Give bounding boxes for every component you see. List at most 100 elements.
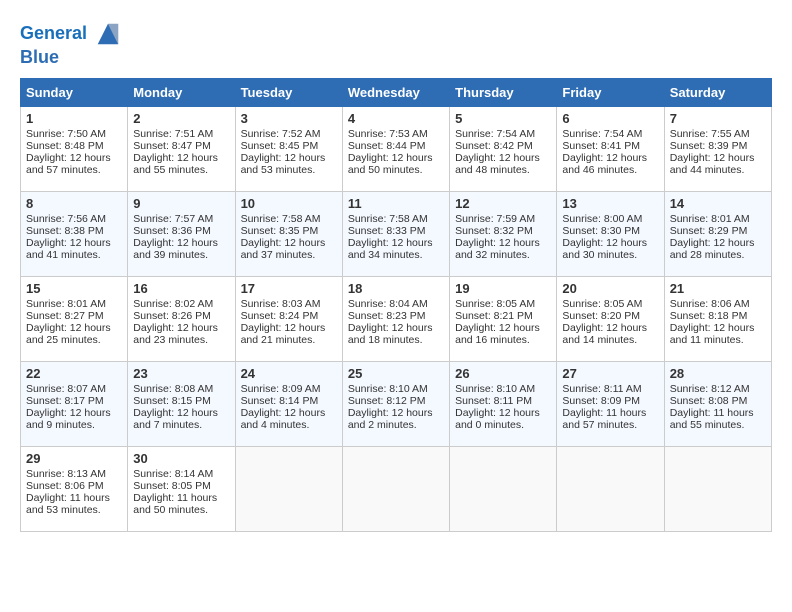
weekday-header: Sunday [21, 78, 128, 106]
sunset-text: Sunset: 8:11 PM [455, 395, 532, 407]
daylight-label: Daylight: 12 hours and 53 minutes. [241, 152, 326, 176]
sunrise-text: Sunrise: 7:54 AM [562, 128, 642, 140]
daylight-label: Daylight: 12 hours and 18 minutes. [348, 322, 433, 346]
sunset-text: Sunset: 8:14 PM [241, 395, 319, 407]
sunset-text: Sunset: 8:30 PM [562, 225, 640, 237]
calendar-cell: 20 Sunrise: 8:05 AM Sunset: 8:20 PM Dayl… [557, 276, 664, 361]
day-number: 30 [133, 451, 229, 466]
calendar-cell: 6 Sunrise: 7:54 AM Sunset: 8:41 PM Dayli… [557, 106, 664, 191]
logo: General Blue [20, 20, 122, 68]
calendar-cell: 7 Sunrise: 7:55 AM Sunset: 8:39 PM Dayli… [664, 106, 771, 191]
calendar-cell: 15 Sunrise: 8:01 AM Sunset: 8:27 PM Dayl… [21, 276, 128, 361]
calendar-cell: 14 Sunrise: 8:01 AM Sunset: 8:29 PM Dayl… [664, 191, 771, 276]
sunrise-text: Sunrise: 7:56 AM [26, 213, 106, 225]
sunrise-text: Sunrise: 8:02 AM [133, 298, 213, 310]
calendar-cell: 9 Sunrise: 7:57 AM Sunset: 8:36 PM Dayli… [128, 191, 235, 276]
sunset-text: Sunset: 8:42 PM [455, 140, 533, 152]
sunset-text: Sunset: 8:44 PM [348, 140, 426, 152]
daylight-label: Daylight: 12 hours and 39 minutes. [133, 237, 218, 261]
sunset-text: Sunset: 8:27 PM [26, 310, 104, 322]
day-number: 27 [562, 366, 658, 381]
sunset-text: Sunset: 8:05 PM [133, 480, 211, 492]
calendar-cell: 10 Sunrise: 7:58 AM Sunset: 8:35 PM Dayl… [235, 191, 342, 276]
daylight-label: Daylight: 12 hours and 9 minutes. [26, 407, 111, 431]
day-number: 1 [26, 111, 122, 126]
day-number: 13 [562, 196, 658, 211]
daylight-label: Daylight: 12 hours and 30 minutes. [562, 237, 647, 261]
day-number: 9 [133, 196, 229, 211]
calendar-week-row: 15 Sunrise: 8:01 AM Sunset: 8:27 PM Dayl… [21, 276, 772, 361]
sunrise-text: Sunrise: 8:06 AM [670, 298, 750, 310]
calendar-cell [342, 446, 449, 531]
sunrise-text: Sunrise: 7:51 AM [133, 128, 213, 140]
sunrise-text: Sunrise: 8:01 AM [26, 298, 106, 310]
calendar-cell [557, 446, 664, 531]
sunset-text: Sunset: 8:29 PM [670, 225, 748, 237]
sunset-text: Sunset: 8:20 PM [562, 310, 640, 322]
day-number: 4 [348, 111, 444, 126]
logo-text: General [20, 20, 122, 48]
day-number: 29 [26, 451, 122, 466]
calendar-cell: 4 Sunrise: 7:53 AM Sunset: 8:44 PM Dayli… [342, 106, 449, 191]
sunrise-text: Sunrise: 7:55 AM [670, 128, 750, 140]
daylight-label: Daylight: 12 hours and 55 minutes. [133, 152, 218, 176]
day-number: 7 [670, 111, 766, 126]
weekday-header: Friday [557, 78, 664, 106]
sunrise-text: Sunrise: 7:50 AM [26, 128, 106, 140]
day-number: 28 [670, 366, 766, 381]
sunset-text: Sunset: 8:32 PM [455, 225, 533, 237]
page-header: General Blue [20, 20, 772, 68]
calendar-cell: 30 Sunrise: 8:14 AM Sunset: 8:05 PM Dayl… [128, 446, 235, 531]
day-number: 3 [241, 111, 337, 126]
sunrise-text: Sunrise: 8:12 AM [670, 383, 750, 395]
sunset-text: Sunset: 8:09 PM [562, 395, 640, 407]
calendar-table: SundayMondayTuesdayWednesdayThursdayFrid… [20, 78, 772, 532]
sunrise-text: Sunrise: 8:11 AM [562, 383, 641, 395]
calendar-cell: 27 Sunrise: 8:11 AM Sunset: 8:09 PM Dayl… [557, 361, 664, 446]
calendar-cell: 8 Sunrise: 7:56 AM Sunset: 8:38 PM Dayli… [21, 191, 128, 276]
day-number: 16 [133, 281, 229, 296]
calendar-cell [235, 446, 342, 531]
sunrise-text: Sunrise: 8:13 AM [26, 468, 106, 480]
sunrise-text: Sunrise: 7:57 AM [133, 213, 213, 225]
sunset-text: Sunset: 8:15 PM [133, 395, 211, 407]
daylight-label: Daylight: 12 hours and 44 minutes. [670, 152, 755, 176]
day-number: 12 [455, 196, 551, 211]
calendar-cell: 11 Sunrise: 7:58 AM Sunset: 8:33 PM Dayl… [342, 191, 449, 276]
daylight-label: Daylight: 11 hours and 53 minutes. [26, 492, 110, 516]
calendar-cell [450, 446, 557, 531]
day-number: 2 [133, 111, 229, 126]
daylight-label: Daylight: 11 hours and 55 minutes. [670, 407, 754, 431]
sunrise-text: Sunrise: 8:10 AM [348, 383, 428, 395]
daylight-label: Daylight: 12 hours and 7 minutes. [133, 407, 218, 431]
calendar-cell: 2 Sunrise: 7:51 AM Sunset: 8:47 PM Dayli… [128, 106, 235, 191]
daylight-label: Daylight: 12 hours and 46 minutes. [562, 152, 647, 176]
day-number: 21 [670, 281, 766, 296]
daylight-label: Daylight: 12 hours and 57 minutes. [26, 152, 111, 176]
sunrise-text: Sunrise: 7:54 AM [455, 128, 535, 140]
day-number: 8 [26, 196, 122, 211]
sunrise-text: Sunrise: 8:01 AM [670, 213, 750, 225]
daylight-label: Daylight: 11 hours and 57 minutes. [562, 407, 646, 431]
sunset-text: Sunset: 8:45 PM [241, 140, 319, 152]
calendar-cell: 24 Sunrise: 8:09 AM Sunset: 8:14 PM Dayl… [235, 361, 342, 446]
daylight-label: Daylight: 12 hours and 41 minutes. [26, 237, 111, 261]
calendar-cell: 26 Sunrise: 8:10 AM Sunset: 8:11 PM Dayl… [450, 361, 557, 446]
day-number: 10 [241, 196, 337, 211]
calendar-cell: 13 Sunrise: 8:00 AM Sunset: 8:30 PM Dayl… [557, 191, 664, 276]
weekday-header: Thursday [450, 78, 557, 106]
day-number: 24 [241, 366, 337, 381]
calendar-cell: 16 Sunrise: 8:02 AM Sunset: 8:26 PM Dayl… [128, 276, 235, 361]
calendar-cell: 29 Sunrise: 8:13 AM Sunset: 8:06 PM Dayl… [21, 446, 128, 531]
sunset-text: Sunset: 8:35 PM [241, 225, 319, 237]
calendar-cell: 12 Sunrise: 7:59 AM Sunset: 8:32 PM Dayl… [450, 191, 557, 276]
daylight-label: Daylight: 12 hours and 14 minutes. [562, 322, 647, 346]
sunrise-text: Sunrise: 8:05 AM [562, 298, 642, 310]
day-number: 20 [562, 281, 658, 296]
calendar-cell: 25 Sunrise: 8:10 AM Sunset: 8:12 PM Dayl… [342, 361, 449, 446]
daylight-label: Daylight: 12 hours and 34 minutes. [348, 237, 433, 261]
calendar-cell: 21 Sunrise: 8:06 AM Sunset: 8:18 PM Dayl… [664, 276, 771, 361]
day-number: 11 [348, 196, 444, 211]
sunrise-text: Sunrise: 8:03 AM [241, 298, 321, 310]
weekday-header: Saturday [664, 78, 771, 106]
